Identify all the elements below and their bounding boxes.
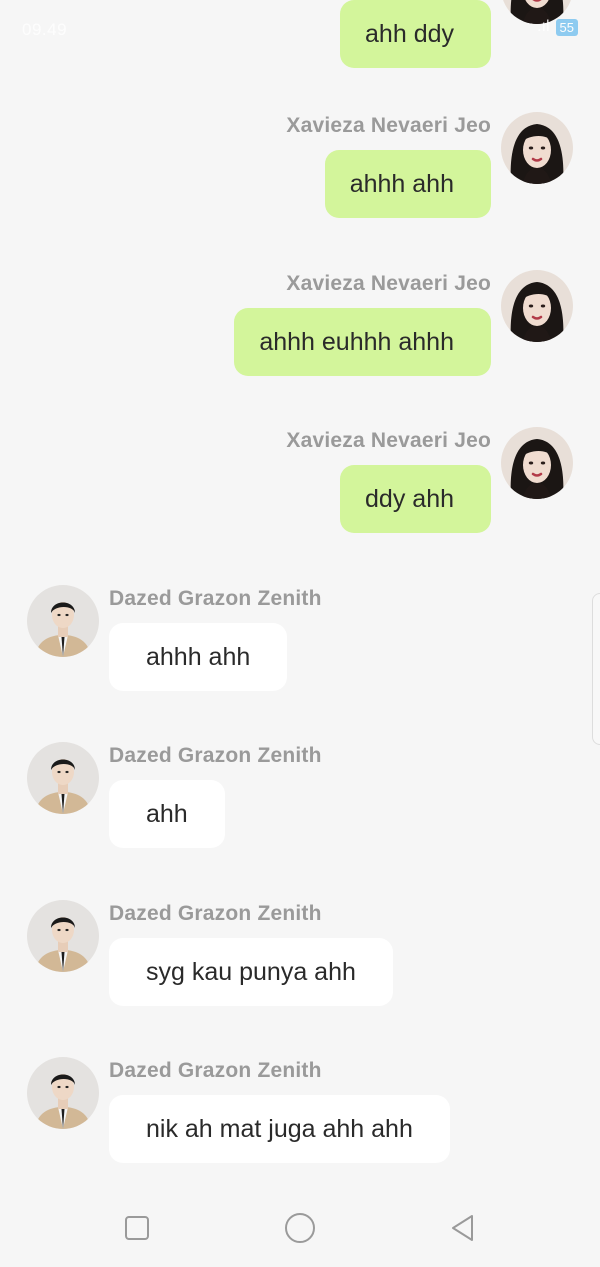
message-bubble[interactable]: ahhh euhhh ahhh	[234, 308, 491, 376]
scroll-handle[interactable]	[592, 593, 600, 745]
battery-indicator: 55	[555, 18, 578, 36]
message-bubble[interactable]: ddy ahh	[340, 465, 491, 533]
man-avatar-icon	[27, 1057, 99, 1129]
man-avatar-icon	[27, 742, 99, 814]
woman-avatar-icon	[501, 112, 573, 184]
woman-avatar[interactable]	[501, 270, 573, 342]
sender-name: Xavieza Nevaeri Jeo	[286, 429, 491, 452]
status-icons: .ıl 55	[537, 18, 578, 36]
circle-icon	[285, 1213, 315, 1243]
man-avatar-icon	[27, 900, 99, 972]
message-bubble[interactable]: ahhh ahh	[109, 623, 288, 691]
square-icon	[125, 1216, 149, 1240]
woman-avatar-icon	[501, 427, 573, 499]
man-avatar-icon	[27, 585, 99, 657]
message-bubble[interactable]: nik ah mat juga ahh ahh	[109, 1095, 450, 1163]
sender-name: Dazed Grazon Zenith	[109, 744, 322, 767]
sender-name: Xavieza Nevaeri Jeo	[286, 272, 491, 295]
sender-name: Dazed Grazon Zenith	[109, 587, 322, 610]
back-button[interactable]	[439, 1204, 487, 1252]
chat-screen: 09.49 .ıl 55 ahh ddy Xavieza Nevaeri Jeo…	[0, 0, 600, 1267]
status-time: 09.49	[22, 20, 68, 39]
man-avatar[interactable]	[27, 900, 99, 972]
sender-name: Dazed Grazon Zenith	[109, 1059, 322, 1082]
sender-name: Dazed Grazon Zenith	[109, 902, 322, 925]
woman-avatar[interactable]	[501, 112, 573, 184]
message-bubble[interactable]: syg kau punya ahh	[109, 938, 393, 1006]
signal-icon: .ıl	[537, 18, 550, 35]
recent-apps-button[interactable]	[113, 1204, 161, 1252]
man-avatar[interactable]	[27, 742, 99, 814]
message-bubble[interactable]: ahh	[109, 780, 225, 848]
message-list[interactable]: ahh ddy Xavieza Nevaeri Jeo ahhh ahh Xav…	[0, 0, 600, 1190]
man-avatar[interactable]	[27, 1057, 99, 1129]
system-nav-bar	[0, 1190, 600, 1267]
triangle-back-icon	[452, 1215, 473, 1241]
woman-avatar-icon	[501, 270, 573, 342]
message-bubble[interactable]: ahhh ahh	[324, 150, 491, 218]
sender-name: Xavieza Nevaeri Jeo	[286, 114, 491, 137]
home-button[interactable]	[276, 1204, 324, 1252]
status-bar: 09.49 .ıl 55	[22, 18, 578, 44]
woman-avatar[interactable]	[501, 427, 573, 499]
man-avatar[interactable]	[27, 585, 99, 657]
